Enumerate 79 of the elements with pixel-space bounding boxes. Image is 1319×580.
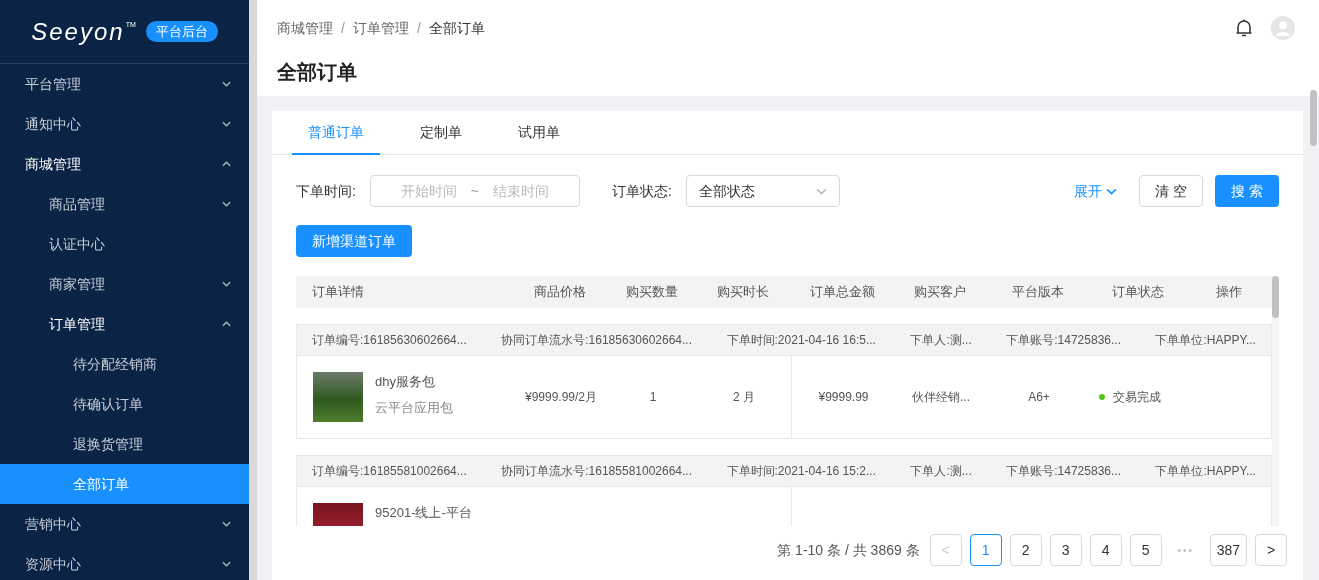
order-meta: 下单单位:HAPPY... <box>1155 332 1256 349</box>
menu-item[interactable]: 营销中心 <box>0 504 249 544</box>
photo-placeholder <box>313 372 363 422</box>
platform-badge: 平台后台 <box>145 20 218 43</box>
page-button[interactable]: 2 <box>1009 534 1042 566</box>
filter-label: 订单状态: <box>611 181 672 201</box>
table-scrollbar[interactable] <box>1272 276 1279 318</box>
table-cell-text: 2 月 <box>733 389 755 406</box>
breadcrumb-separator: / <box>341 19 345 38</box>
order-meta: 下单账号:14725836... <box>1006 463 1121 480</box>
menu-item[interactable]: 商城管理 <box>0 144 249 184</box>
order-meta: 下单单位:HAPPY... <box>1155 463 1256 480</box>
pagination-ellipsis: ••• <box>1176 543 1195 558</box>
menu-item[interactable]: 资源中心 <box>0 544 249 580</box>
chevron-icon <box>222 81 231 87</box>
chevron-icon <box>815 187 827 195</box>
menu-item[interactable]: 待确认订单 <box>0 384 249 424</box>
next-page-button[interactable]: > <box>1255 534 1287 566</box>
order-meta: 协同订单流水号:16185581002664... <box>501 463 693 480</box>
menu-item[interactable]: 商家管理 <box>0 264 249 304</box>
table-cell-text: A6+ <box>1028 389 1050 406</box>
breadcrumb-link[interactable]: 商城管理 <box>277 18 333 39</box>
table-cell-text: ¥9999.99/2月 <box>524 389 598 406</box>
column-header: 商品价格 <box>533 283 587 302</box>
table-cell-text: 1 <box>649 389 657 406</box>
chevron-icon <box>1106 187 1117 195</box>
product-name: dhy服务包 <box>375 373 436 391</box>
page-title: 全部订单 <box>277 60 358 85</box>
column-header: 订单总金额 <box>808 283 876 302</box>
order-meta: 协同订单流水号:16185630602664... <box>501 332 693 349</box>
order-meta: 下单账号:14725836... <box>1006 332 1121 349</box>
menu-item[interactable]: 待分配经销商 <box>0 344 249 384</box>
logo-text: Seeyon <box>31 19 125 44</box>
order-meta: 订单编号:16185630602664... <box>312 332 467 349</box>
menu-item[interactable]: 订单管理 <box>0 304 249 344</box>
menu-item[interactable]: 认证中心 <box>0 224 249 264</box>
breadcrumb-link[interactable]: 订单管理 <box>352 18 409 39</box>
status-select[interactable]: 全部状态 <box>685 175 840 207</box>
page-scrollbar[interactable] <box>1310 90 1317 146</box>
chevron-icon <box>222 321 231 327</box>
bell-icon[interactable] <box>1235 18 1253 38</box>
menu-item[interactable]: 通知中心 <box>0 104 249 144</box>
order-meta: 下单人:测... <box>910 332 972 349</box>
product-name: 95201-线上-平台 <box>375 504 472 522</box>
table-cell-text: 伙伴经销... <box>912 389 970 406</box>
order-meta: 下单时间:2021-04-16 15:2... <box>726 463 876 480</box>
chevron-icon <box>222 561 231 567</box>
chevron-icon <box>222 201 231 207</box>
page-button[interactable]: 5 <box>1129 534 1162 566</box>
pagination-summary: 第 1-10 条 / 共 3869 条 <box>777 540 920 560</box>
column-header: 购买客户 <box>913 283 967 302</box>
clear-button[interactable]: 清 空 <box>1139 175 1203 207</box>
filter-label: 下单时间: <box>296 181 356 201</box>
status-text: 交易完成 <box>1113 389 1161 406</box>
column-header: 平台版本 <box>1011 283 1065 302</box>
page-button[interactable]: 3 <box>1049 534 1082 566</box>
column-header: 订单详情 <box>311 283 365 302</box>
column-header: 操作 <box>1215 283 1243 302</box>
column-header: 购买数量 <box>625 283 679 302</box>
breadcrumb-separator: / <box>416 19 421 38</box>
column-header: 购买时长 <box>716 283 770 302</box>
menu-item[interactable]: 商品管理 <box>0 184 249 224</box>
chevron-icon <box>222 121 231 127</box>
order-meta: 下单时间:2021-04-16 16:5... <box>726 332 876 349</box>
avatar-icon[interactable] <box>1271 16 1295 40</box>
chevron-icon <box>222 281 231 287</box>
page-button[interactable]: 4 <box>1089 534 1122 566</box>
menu-item[interactable]: 平台管理 <box>0 64 249 104</box>
order-meta: 订单编号:16185581002664... <box>312 463 467 480</box>
product-type: 云平台应用包 <box>375 398 453 417</box>
tab[interactable]: 试用单 <box>502 111 576 155</box>
page-button[interactable]: 387 <box>1209 534 1247 566</box>
chevron-icon <box>222 161 231 167</box>
table-cell-text: ¥9999.99 <box>818 389 869 406</box>
column-header: 订单状态 <box>1111 283 1165 302</box>
order-meta: 下单人:测... <box>910 463 972 480</box>
menu-item[interactable]: 退换货管理 <box>0 424 249 464</box>
tab[interactable]: 定制单 <box>404 111 478 155</box>
chevron-icon <box>222 521 231 527</box>
